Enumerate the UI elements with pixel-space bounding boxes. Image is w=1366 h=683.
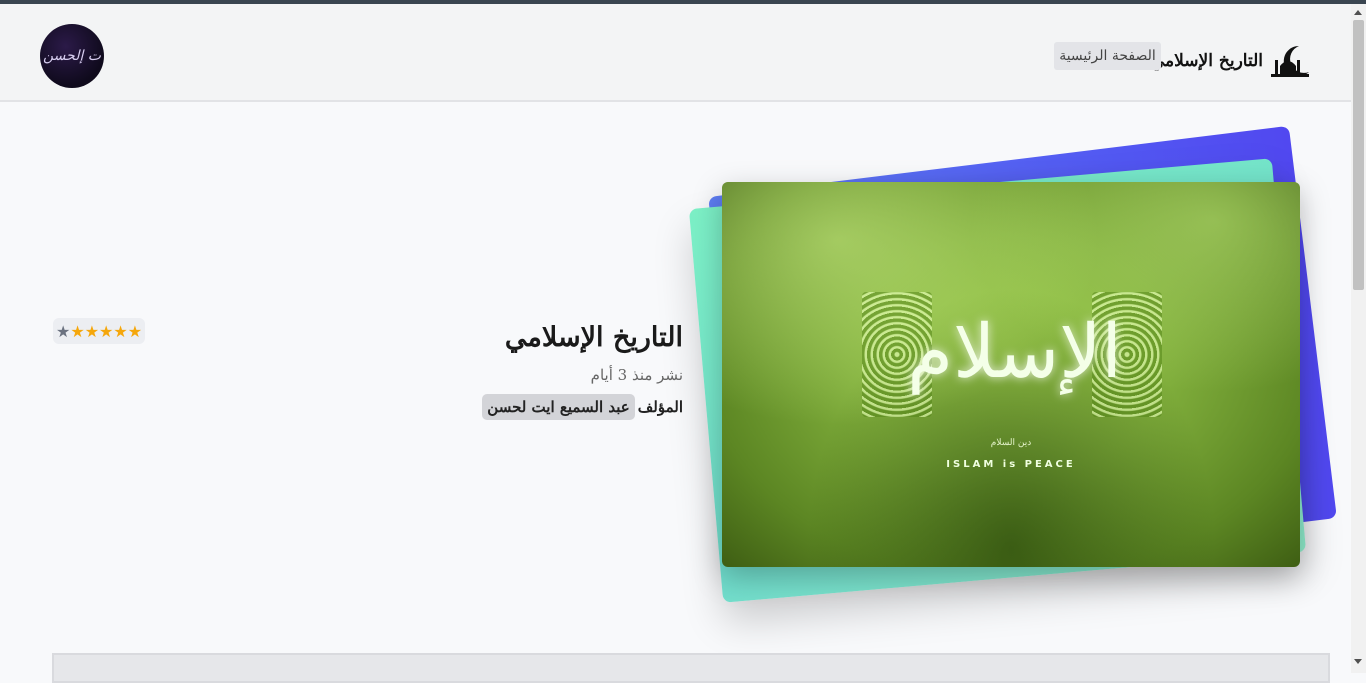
star-icon[interactable]: ★ [56, 322, 70, 341]
scroll-up-icon[interactable] [1354, 10, 1362, 15]
nav-home-link[interactable]: الصفحة الرئيسية [1054, 42, 1161, 70]
star-icon[interactable]: ★ [99, 322, 113, 341]
star-icon[interactable]: ★ [113, 322, 127, 341]
author-label: المؤلف [637, 398, 683, 416]
image-subtitle-ar: دين السلام [990, 438, 1032, 448]
avatar-text: ت إلحسن [43, 48, 101, 64]
scroll-thumb[interactable] [1353, 20, 1364, 290]
star-rating[interactable]: ★ ★ ★ ★ ★ ★ [53, 318, 146, 344]
mosque-crescent-icon [1271, 45, 1309, 77]
brand-name: التاريخ الإسلامي [1150, 51, 1263, 71]
post-title: التاريخ الإسلامي [504, 322, 683, 353]
author-name-link[interactable]: عبد السميع ايت لحسن [482, 394, 635, 420]
calligraphy-text: الإسلام [907, 309, 1122, 395]
brand-logo[interactable]: التاريخ الإسلامي [1151, 44, 1311, 78]
content-panel [52, 653, 1330, 683]
avatar[interactable]: ت إلحسن [40, 24, 104, 88]
post-date: نشر منذ 3 أيام [590, 366, 683, 384]
scroll-down-icon[interactable] [1354, 659, 1362, 664]
image-subtitle-en: ISLAM is PEACE [946, 459, 1076, 470]
post-image: الإسلام دين السلام ISLAM is PEACE [722, 182, 1300, 567]
site-header: التاريخ الإسلامي الصفحة الرئيسية ت إلحسن [0, 4, 1351, 102]
star-icon[interactable]: ★ [128, 322, 142, 341]
star-icon[interactable]: ★ [70, 322, 84, 341]
author-row: المؤلف عبد السميع ايت لحسن [482, 394, 683, 420]
star-icon[interactable]: ★ [85, 322, 99, 341]
scrollbar[interactable] [1351, 4, 1366, 673]
